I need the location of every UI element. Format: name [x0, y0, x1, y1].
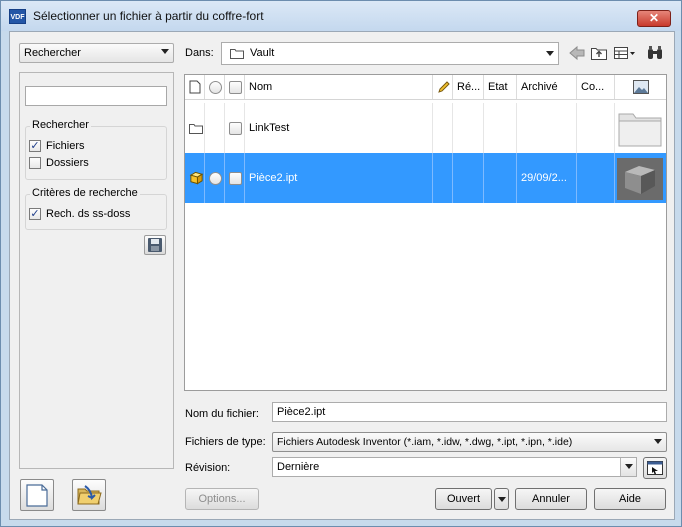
part-thumbnail: [617, 158, 663, 200]
vault-app-icon: VDF: [9, 9, 26, 24]
location-label: Dans:: [185, 47, 214, 59]
chevron-down-icon: [498, 497, 506, 502]
pencil-icon: [438, 81, 450, 93]
cancel-button[interactable]: Annuler: [515, 488, 587, 510]
folders-label: Dossiers: [46, 157, 89, 169]
chevron-down-icon: [546, 51, 554, 56]
search-type-group: Rechercher ✓ Fichiers Dossiers: [25, 119, 167, 180]
row-status-cell: [205, 153, 225, 203]
folder-icon: [189, 123, 203, 134]
filetype-dropdown[interactable]: Fichiers Autodesk Inventor (*.iam, *.idw…: [272, 432, 667, 452]
folder-icon: [230, 49, 244, 59]
search-input[interactable]: [25, 86, 167, 106]
folders-checkbox-row[interactable]: Dossiers: [29, 155, 89, 171]
column-type[interactable]: [185, 75, 205, 99]
status-circle-icon: [209, 171, 222, 185]
subfolders-label: Rech. ds ss-doss: [46, 208, 131, 220]
column-name[interactable]: Nom: [245, 75, 433, 99]
part-cube-icon: [189, 171, 204, 185]
filename-input[interactable]: Pièce2.ipt: [272, 402, 667, 422]
document-icon: [189, 80, 201, 94]
column-state[interactable]: Etat: [484, 75, 517, 99]
chevron-down-icon: [654, 439, 662, 444]
open-folder-button[interactable]: [72, 479, 106, 511]
files-checkbox[interactable]: ✓: [29, 140, 41, 152]
column-revision[interactable]: Ré...: [453, 75, 484, 99]
status-circle-icon: [209, 80, 222, 94]
subfolders-checkbox[interactable]: ✓: [29, 208, 41, 220]
window-arrow-icon: [647, 461, 663, 475]
save-search-button[interactable]: [144, 235, 166, 255]
revision-browse-button[interactable]: [643, 457, 667, 479]
list-header: Nom Ré... Etat Archivé Co...: [185, 75, 666, 100]
chevron-down-icon: [161, 49, 169, 54]
files-checkbox-row[interactable]: ✓ Fichiers: [29, 138, 85, 154]
checkbox-icon: [229, 80, 242, 94]
row-name: Pièce2.ipt: [245, 153, 433, 203]
floppy-disk-icon: [148, 238, 162, 252]
folder-arrow-icon: [77, 485, 102, 505]
window-title: Sélectionner un fichier à partir du coff…: [33, 9, 264, 23]
subfolders-checkbox-row[interactable]: ✓ Rech. ds ss-doss: [29, 206, 130, 222]
dialog-window: VDF Sélectionner un fichier à partir du …: [0, 0, 682, 527]
chevron-down-icon: [625, 464, 633, 469]
folder-up-icon[interactable]: [590, 44, 608, 62]
close-button[interactable]: ✕: [637, 10, 671, 27]
column-edit[interactable]: [433, 75, 453, 99]
column-thumbnail[interactable]: [615, 75, 666, 99]
location-dropdown[interactable]: Vault: [221, 42, 559, 65]
blank-document-icon: [26, 484, 48, 507]
help-button[interactable]: Aide: [594, 488, 666, 510]
options-button[interactable]: Options...: [185, 488, 259, 510]
list-item[interactable]: Pièce2.ipt 29/09/2...: [185, 153, 666, 203]
column-checkout[interactable]: [225, 75, 245, 99]
row-checkbox-cell[interactable]: [225, 153, 245, 203]
group-title-search: Rechercher: [30, 119, 91, 131]
column-comment[interactable]: Co...: [577, 75, 615, 99]
search-panel: Rechercher ✓ Fichiers Dossiers Critères …: [19, 72, 174, 469]
filetype-value: Fichiers Autodesk Inventor (*.iam, *.idw…: [277, 436, 573, 448]
row-type-cell: [185, 103, 205, 153]
filetype-label: Fichiers de type:: [185, 436, 266, 448]
dialog-body: Rechercher Rechercher ✓ Fichiers Dossier…: [9, 31, 675, 520]
group-title-criteria: Critères de recherche: [30, 187, 140, 199]
list-item[interactable]: LinkTest: [185, 103, 666, 153]
location-value: Vault: [250, 47, 275, 59]
new-file-button[interactable]: [20, 479, 54, 511]
revision-value: Dernière: [277, 461, 320, 473]
column-status[interactable]: [205, 75, 225, 99]
search-mode-dropdown[interactable]: Rechercher: [19, 43, 174, 63]
revision-label: Révision:: [185, 462, 231, 474]
folder-thumbnail: [618, 113, 662, 147]
files-label: Fichiers: [46, 140, 85, 152]
file-list[interactable]: Nom Ré... Etat Archivé Co... LinkTest Pi…: [184, 74, 667, 391]
row-checkbox-cell[interactable]: [225, 103, 245, 153]
folders-checkbox[interactable]: [29, 157, 41, 169]
search-criteria-group: Critères de recherche ✓ Rech. ds ss-doss: [25, 187, 167, 230]
row-checkbox[interactable]: [229, 171, 242, 185]
image-icon: [632, 80, 649, 94]
revision-dropdown[interactable]: Dernière: [272, 457, 637, 477]
search-mode-value: Rechercher: [24, 47, 81, 59]
open-options-dropdown[interactable]: [494, 488, 509, 510]
back-arrow-icon[interactable]: [568, 44, 586, 62]
row-checkbox[interactable]: [229, 121, 242, 135]
row-status-cell: [205, 103, 225, 153]
row-archived: 29/09/2...: [517, 153, 577, 203]
column-archived[interactable]: Archivé: [517, 75, 577, 99]
filename-label: Nom du fichier:: [185, 408, 259, 420]
row-type-cell: [185, 153, 205, 203]
open-button[interactable]: Ouvert: [435, 488, 492, 510]
row-name: LinkTest: [245, 103, 433, 153]
binoculars-icon[interactable]: [646, 44, 664, 62]
row-archived: [517, 103, 577, 153]
title-bar[interactable]: VDF Sélectionner un fichier à partir du …: [1, 1, 681, 31]
view-menu-icon[interactable]: [613, 44, 637, 62]
